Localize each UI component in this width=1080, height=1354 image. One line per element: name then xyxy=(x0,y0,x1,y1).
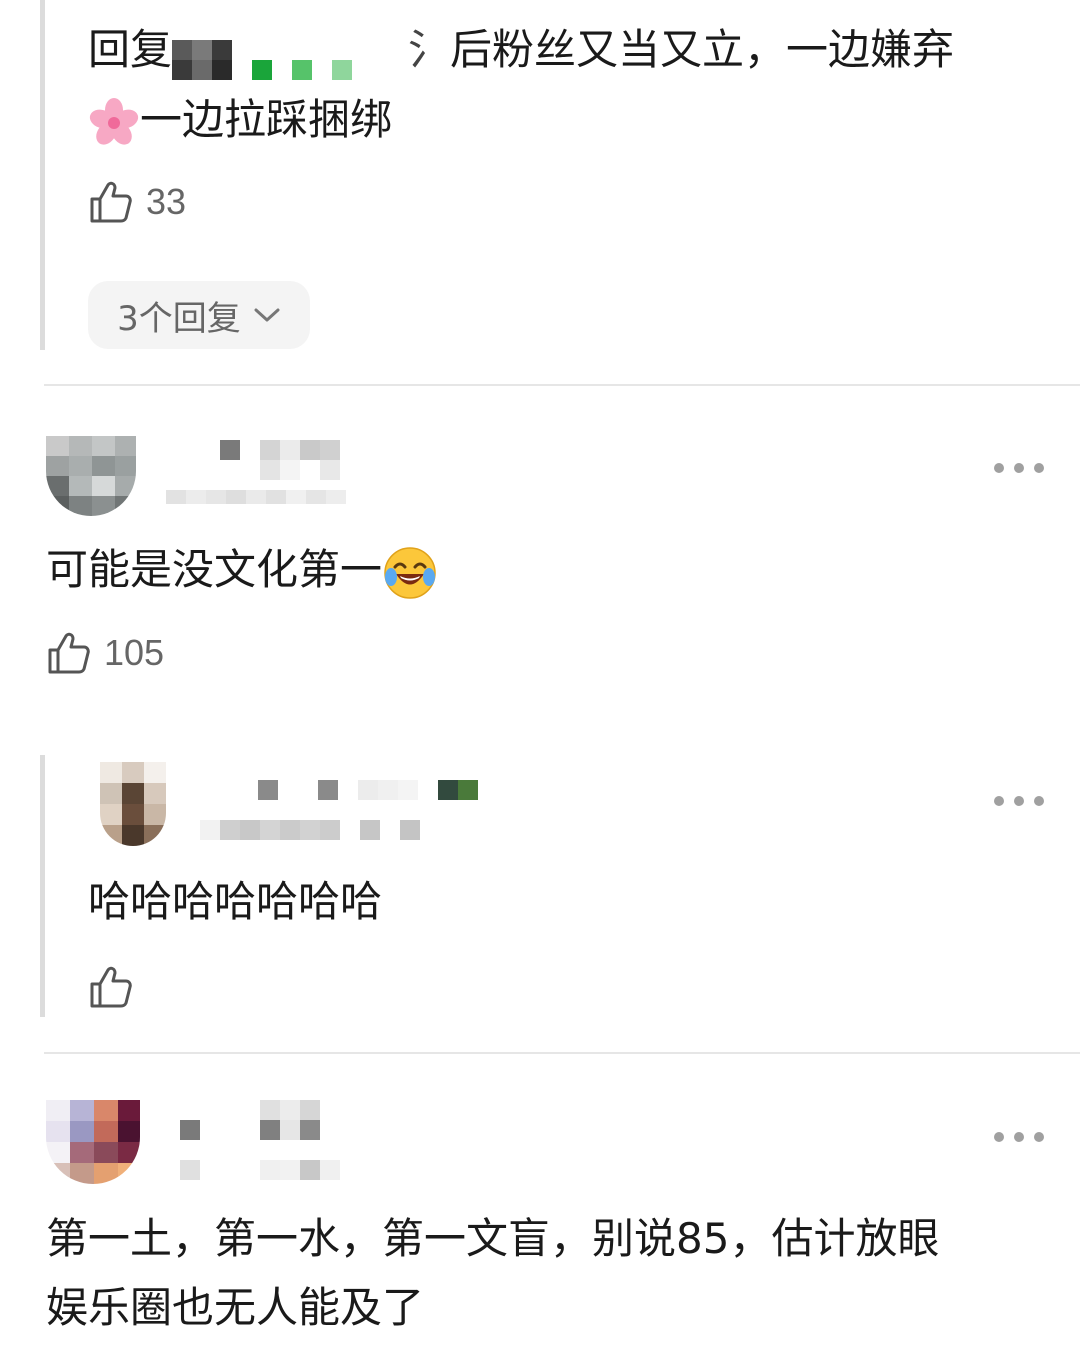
reply-text: 哈哈哈哈哈哈哈 xyxy=(88,868,382,936)
reply-line-2: 一边拉踩捆绑 xyxy=(88,86,392,154)
redacted-meta xyxy=(180,1160,380,1180)
more-dot xyxy=(1034,463,1044,473)
avatar[interactable] xyxy=(46,1100,140,1184)
more-dot xyxy=(1014,463,1024,473)
reply-body: 哈哈哈哈哈哈哈 xyxy=(88,877,383,926)
thumbs-up-icon xyxy=(90,181,132,223)
reply-thread-rule xyxy=(40,755,45,1017)
cherry-blossom-icon xyxy=(89,97,139,145)
reply-text-line-2: 一边拉踩捆绑 xyxy=(140,95,393,144)
reply-thread-rule xyxy=(40,0,45,350)
more-dot xyxy=(1034,796,1044,806)
redacted-meta xyxy=(166,490,366,504)
avatar[interactable] xyxy=(46,436,136,516)
redacted-username[interactable] xyxy=(258,780,498,800)
more-dot xyxy=(994,463,1004,473)
redacted-username xyxy=(172,40,392,80)
like-count: 33 xyxy=(146,181,187,222)
comment-body: 可能是没文化第一 xyxy=(46,545,383,594)
comment-body-line-2: 娱乐圈也无人能及了 xyxy=(46,1283,425,1332)
comment-text: 可能是没文化第一 xyxy=(46,536,438,604)
more-options-button[interactable] xyxy=(994,786,1044,816)
more-dot xyxy=(1014,1132,1024,1142)
more-dot xyxy=(1034,1132,1044,1142)
expand-replies-button[interactable]: 3个回复 xyxy=(88,281,310,349)
comment-divider xyxy=(44,1052,1080,1054)
redacted-username[interactable] xyxy=(220,440,340,480)
thumbs-up-icon xyxy=(48,632,90,674)
laugh-cry-emoji-icon xyxy=(384,546,436,599)
like-button[interactable]: 105 xyxy=(46,627,164,679)
redacted-meta xyxy=(200,820,420,840)
avatar[interactable] xyxy=(100,762,166,846)
reply-line-1-rest: 氵后粉丝又当又立，一边嫌弃 xyxy=(408,25,955,74)
comment-text-line-1: 第一土，第一水，第一文盲，别说85，估计放眼 xyxy=(46,1205,939,1273)
like-button[interactable]: 33 xyxy=(88,176,186,228)
thumbs-up-icon xyxy=(90,966,132,1008)
more-dot xyxy=(994,1132,1004,1142)
comment-text-line-2: 娱乐圈也无人能及了 xyxy=(46,1274,424,1342)
more-dot xyxy=(1014,796,1024,806)
comment-body-line-1: 第一土，第一水，第一文盲，别说85，估计放眼 xyxy=(46,1214,940,1263)
more-dot xyxy=(994,796,1004,806)
chevron-down-icon xyxy=(254,308,280,322)
more-options-button[interactable] xyxy=(994,453,1044,483)
reply-line-1: 回复 xyxy=(88,16,172,84)
replies-count-label: 3个回复 xyxy=(117,298,241,339)
reply-text-after-name: 后粉丝又当又立，一边嫌弃 xyxy=(450,25,955,74)
more-options-button[interactable] xyxy=(994,1122,1044,1152)
like-count: 105 xyxy=(104,632,165,673)
redacted-username[interactable] xyxy=(180,1100,340,1140)
reply-prefix: 回复 xyxy=(88,25,173,74)
comment-divider xyxy=(44,384,1080,386)
like-button[interactable] xyxy=(88,961,134,1013)
